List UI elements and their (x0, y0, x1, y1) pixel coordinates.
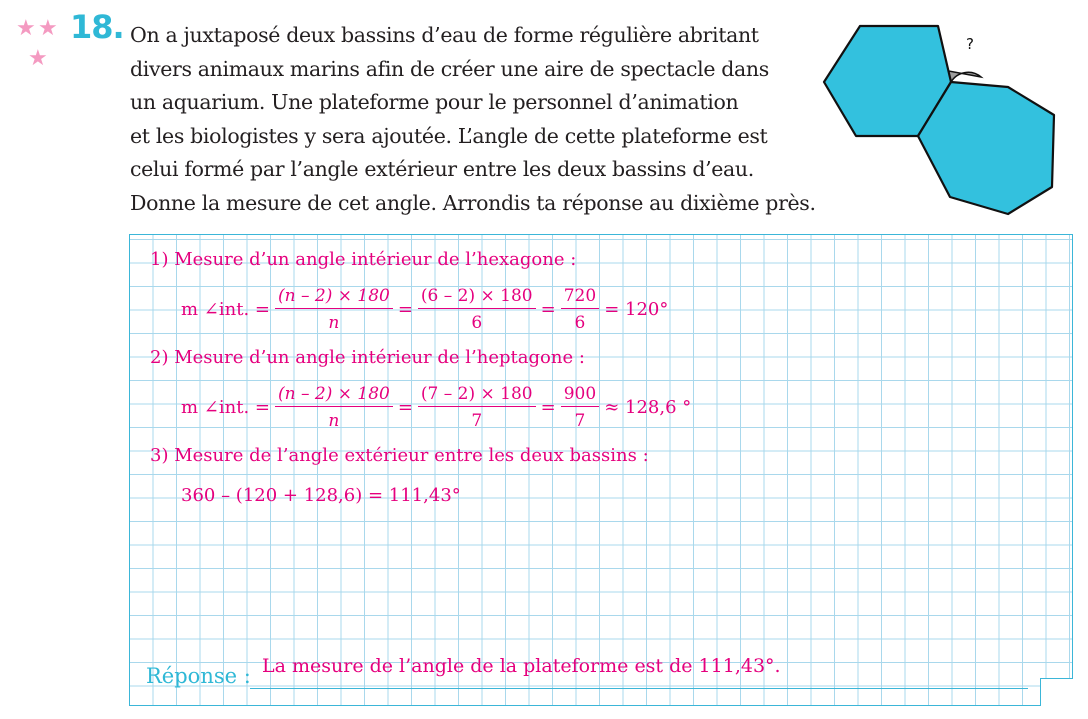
step2-equation: m ∠int. = (n – 2) × 180 n = (7 – 2) × 18… (178, 384, 694, 431)
fraction: 900 7 (560, 384, 600, 431)
star-icon: ★ (38, 16, 58, 41)
step1-label: 1) Mesure d’un angle intérieur de l’hexa… (150, 249, 577, 270)
fraction: (n – 2) × 180 n (274, 286, 393, 333)
step3-calculation: 360 – (120 + 128,6) = 111,43° (181, 485, 461, 506)
answer-line (250, 688, 1028, 689)
question-mark: ? (966, 35, 974, 53)
equals: = (397, 299, 413, 320)
numerator: (n – 2) × 180 (274, 286, 393, 309)
answer-label: Réponse : (146, 664, 251, 688)
statement-line: et les biologistes y sera ajoutée. L’ang… (130, 123, 768, 148)
statement-line: celui formé par l’angle extérieur entre … (130, 157, 754, 181)
star-icon: ★ (16, 16, 36, 41)
lhs: m ∠int. = (181, 299, 270, 320)
step3-label: 3) Mesure de l’angle extérieur entre les… (150, 445, 649, 466)
step1-equation: m ∠int. = (n – 2) × 180 n = (6 – 2) × 18… (178, 286, 671, 333)
statement-line: On a juxtaposé deux bassins d’eau de for… (130, 23, 759, 47)
equals: = (540, 397, 556, 418)
box-corner (1040, 678, 1073, 706)
fraction: 720 6 (560, 286, 600, 333)
numerator: (6 – 2) × 180 (417, 286, 536, 309)
numerator: (7 – 2) × 180 (417, 384, 536, 407)
statement-line: un aquarium. Une plateforme pour le pers… (130, 90, 739, 114)
equals: = (397, 397, 413, 418)
pools-figure: ? (822, 24, 1056, 216)
fraction: (n – 2) × 180 n (274, 384, 393, 431)
denominator: n (328, 411, 340, 431)
fraction: (6 – 2) × 180 6 (417, 286, 536, 333)
denominator: 7 (574, 411, 586, 431)
difficulty-stars: ★ ★ ★ (16, 14, 76, 72)
result: ≈ 128,6 ° (604, 397, 692, 418)
numerator: (n – 2) × 180 (274, 384, 393, 407)
statement-line: Donne la mesure de cet angle. Arrondis t… (130, 190, 816, 215)
denominator: 7 (471, 411, 483, 431)
numerator: 900 (560, 384, 600, 407)
exercise-number: 18. (70, 8, 125, 46)
numerator: 720 (560, 286, 600, 309)
denominator: 6 (471, 313, 483, 333)
answer-text: La mesure de l’angle de la plateforme es… (262, 655, 781, 677)
fraction: (7 – 2) × 180 7 (417, 384, 536, 431)
denominator: n (328, 313, 340, 333)
problem-statement: On a juxtaposé deux bassins d’eau de for… (130, 19, 850, 220)
star-icon: ★ (28, 46, 48, 71)
result: = 120° (604, 299, 669, 320)
statement-line: divers animaux marins afin de créer une … (130, 56, 769, 81)
lhs: m ∠int. = (181, 397, 270, 418)
denominator: 6 (574, 313, 586, 333)
equals: = (540, 299, 556, 320)
step2-label: 2) Mesure d’un angle intérieur de l’hept… (150, 347, 585, 368)
heptagon-pool (916, 80, 1056, 216)
